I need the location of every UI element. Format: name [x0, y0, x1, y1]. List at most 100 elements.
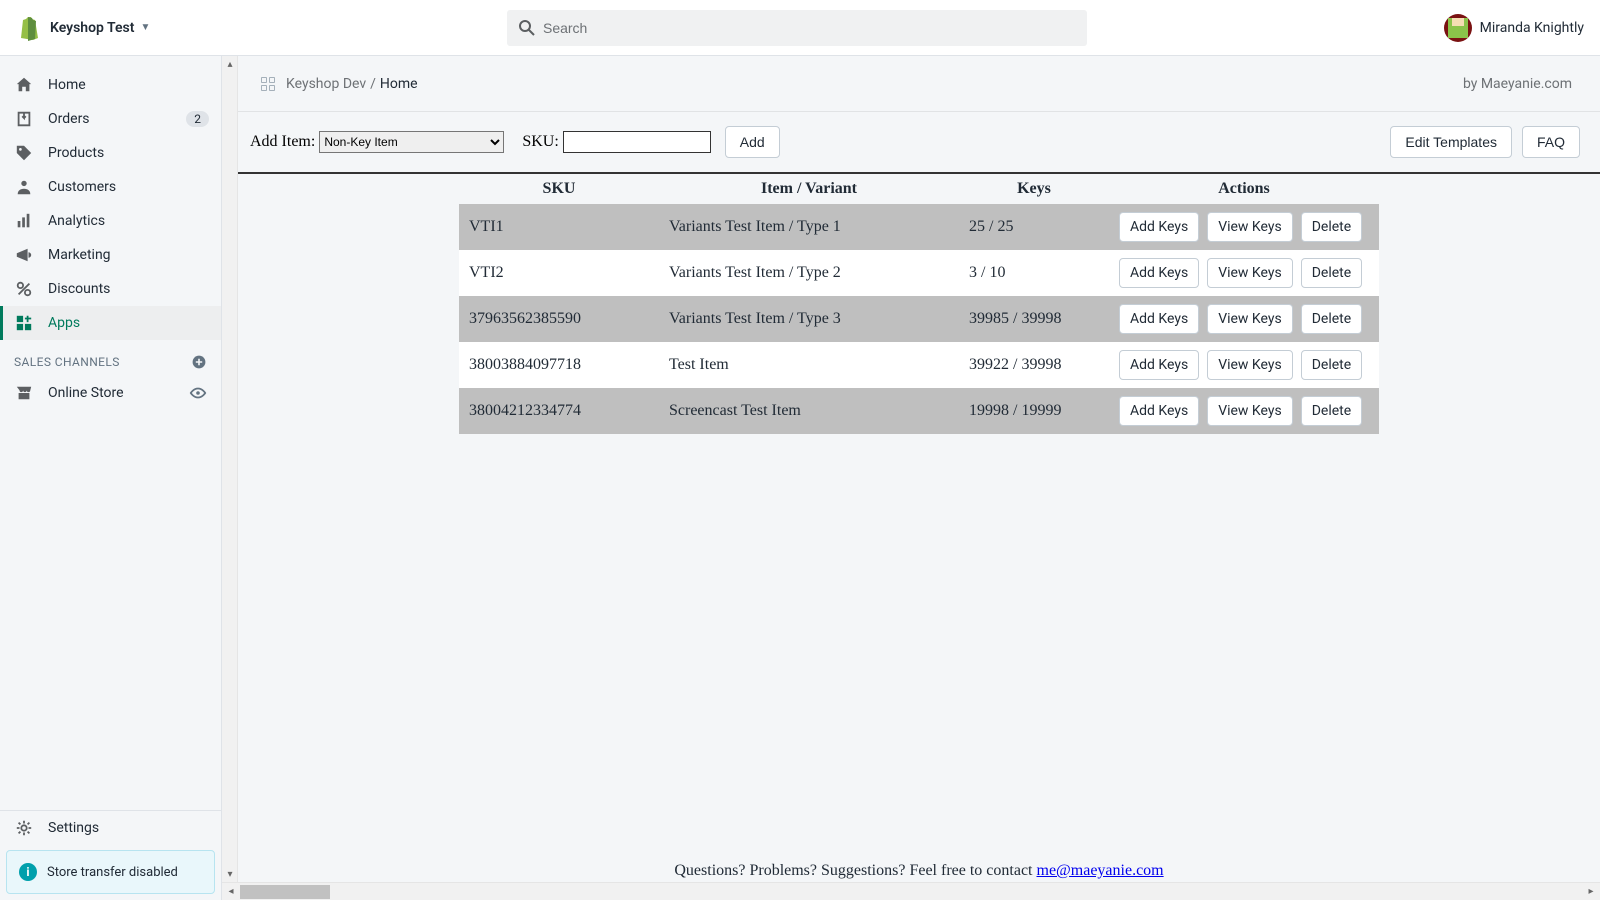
breadcrumb-page: Home — [380, 76, 418, 92]
home-icon — [14, 76, 34, 94]
add-keys-button[interactable]: Add Keys — [1119, 258, 1199, 288]
toolbar: Add Item: Non-Key Item SKU: Add Edit Tem… — [238, 112, 1600, 174]
view-keys-button[interactable]: View Keys — [1207, 396, 1293, 426]
th-actions: Actions — [1109, 174, 1379, 204]
view-keys-button[interactable]: View Keys — [1207, 212, 1293, 242]
cell-keys: 39922 / 39998 — [959, 342, 1109, 388]
sidebar-item-marketing[interactable]: Marketing — [0, 238, 221, 272]
sidebar-item-discounts[interactable]: Discounts — [0, 272, 221, 306]
scroll-up-icon[interactable]: ▴ — [222, 56, 238, 72]
topbar: Keyshop Test ▼ Miranda Knightly — [0, 0, 1600, 56]
cell-keys: 39985 / 39998 — [959, 296, 1109, 342]
cell-item: Test Item — [659, 342, 959, 388]
add-keys-button[interactable]: Add Keys — [1119, 212, 1199, 242]
item-type-select[interactable]: Non-Key Item — [319, 131, 504, 153]
footer-text: Questions? Problems? Suggestions? Feel f… — [674, 862, 1036, 879]
discount-icon — [14, 280, 34, 298]
byline: by Maeyanie.com — [1463, 76, 1572, 92]
view-keys-button[interactable]: View Keys — [1207, 350, 1293, 380]
sidebar-item-analytics[interactable]: Analytics — [0, 204, 221, 238]
sidebar-item-online-store[interactable]: Online Store — [0, 376, 221, 410]
sidebar-item-home[interactable]: Home — [0, 68, 221, 102]
user-menu[interactable]: Miranda Knightly — [1444, 14, 1584, 42]
store-name-label: Keyshop Test — [50, 20, 134, 36]
cell-sku: VTI2 — [459, 250, 659, 296]
cell-keys: 19998 / 19999 — [959, 388, 1109, 434]
view-keys-button[interactable]: View Keys — [1207, 304, 1293, 334]
sidebar-item-label: Discounts — [48, 281, 209, 297]
cell-actions: Add Keys View Keys Delete — [1109, 250, 1379, 296]
scroll-down-icon[interactable]: ▾ — [222, 866, 238, 882]
sidebar-item-settings[interactable]: Settings — [0, 810, 221, 844]
table-row: 38003884097718Test Item39922 / 39998Add … — [459, 342, 1379, 388]
main: ▴ ▾ ◂ ▸ Keyshop Dev / Home by Maeyanie.c… — [222, 56, 1600, 900]
vertical-scrollbar[interactable]: ▴ ▾ — [222, 56, 238, 882]
search-wrap — [507, 10, 1087, 46]
table-row: VTI1Variants Test Item / Type 125 / 25 Ad… — [459, 204, 1379, 250]
table-row: 38004212334774Screencast Test Item19998 … — [459, 388, 1379, 434]
breadcrumb-separator: / — [370, 76, 376, 92]
store-transfer-notice: i Store transfer disabled — [6, 850, 215, 894]
store-switcher[interactable]: Keyshop Test ▼ — [50, 20, 150, 36]
delete-button[interactable]: Delete — [1301, 258, 1362, 288]
cell-sku: 37963562385590 — [459, 296, 659, 342]
delete-button[interactable]: Delete — [1301, 396, 1362, 426]
cell-item: Screencast Test Item — [659, 388, 959, 434]
shopify-logo-icon — [16, 15, 40, 41]
sidebar-item-label: Customers — [48, 179, 209, 195]
gear-icon — [14, 819, 34, 837]
sidebar-item-apps[interactable]: Apps — [0, 306, 221, 340]
delete-button[interactable]: Delete — [1301, 350, 1362, 380]
view-store-icon[interactable] — [189, 384, 207, 402]
th-keys: Keys — [959, 174, 1109, 204]
sidebar-item-orders[interactable]: Orders 2 — [0, 102, 221, 136]
cell-item: Variants Test Item / Type 2 — [659, 250, 959, 296]
items-table: SKU Item / Variant Keys Actions VTI1Vari… — [459, 174, 1379, 434]
person-icon — [14, 178, 34, 196]
footer-email-link[interactable]: me@maeyanie.com — [1037, 862, 1164, 879]
add-channel-icon[interactable] — [191, 354, 207, 370]
sidebar-item-customers[interactable]: Customers — [0, 170, 221, 204]
horizontal-scrollbar[interactable]: ◂ ▸ — [222, 882, 1600, 900]
sku-label: SKU: — [522, 133, 558, 151]
search-input[interactable] — [507, 10, 1087, 46]
delete-button[interactable]: Delete — [1301, 212, 1362, 242]
th-sku: SKU — [459, 174, 659, 204]
scroll-right-icon[interactable]: ▸ — [1582, 886, 1600, 897]
cell-item: Variants Test Item / Type 1 — [659, 204, 959, 250]
add-keys-button[interactable]: Add Keys — [1119, 350, 1199, 380]
add-keys-button[interactable]: Add Keys — [1119, 304, 1199, 334]
nav: Home Orders 2 Products Customers Analyti… — [0, 56, 221, 810]
notice-text: Store transfer disabled — [47, 865, 178, 880]
footer: Questions? Problems? Suggestions? Feel f… — [238, 862, 1600, 882]
cell-sku: VTI1 — [459, 204, 659, 250]
sidebar-item-label: Apps — [48, 315, 209, 331]
edit-templates-button[interactable]: Edit Templates — [1390, 126, 1512, 158]
delete-button[interactable]: Delete — [1301, 304, 1362, 334]
breadcrumb-app[interactable]: Keyshop Dev — [286, 76, 366, 92]
cell-keys: 25 / 25 — [959, 204, 1109, 250]
megaphone-icon — [14, 246, 34, 264]
search-icon — [517, 18, 537, 38]
sidebar-item-products[interactable]: Products — [0, 136, 221, 170]
sidebar-section-label: SALES CHANNELS — [14, 355, 120, 369]
sidebar: Home Orders 2 Products Customers Analyti… — [0, 56, 222, 900]
user-name-label: Miranda Knightly — [1480, 20, 1584, 36]
faq-button[interactable]: FAQ — [1522, 126, 1580, 158]
avatar — [1444, 14, 1472, 42]
sku-input[interactable] — [563, 131, 711, 153]
cell-sku: 38003884097718 — [459, 342, 659, 388]
sidebar-section-sales-channels: SALES CHANNELS — [0, 340, 221, 376]
sidebar-item-label: Settings — [48, 820, 209, 836]
add-item-label: Add Item: — [250, 133, 315, 151]
scroll-thumb[interactable] — [240, 885, 330, 899]
table-row: 37963562385590Variants Test Item / Type … — [459, 296, 1379, 342]
cell-actions: Add Keys View Keys Delete — [1109, 342, 1379, 388]
sidebar-item-label: Online Store — [48, 385, 189, 401]
scroll-left-icon[interactable]: ◂ — [222, 886, 240, 897]
view-keys-button[interactable]: View Keys — [1207, 258, 1293, 288]
orders-icon — [14, 110, 34, 128]
add-button[interactable]: Add — [725, 126, 780, 158]
sidebar-item-label: Marketing — [48, 247, 209, 263]
add-keys-button[interactable]: Add Keys — [1119, 396, 1199, 426]
